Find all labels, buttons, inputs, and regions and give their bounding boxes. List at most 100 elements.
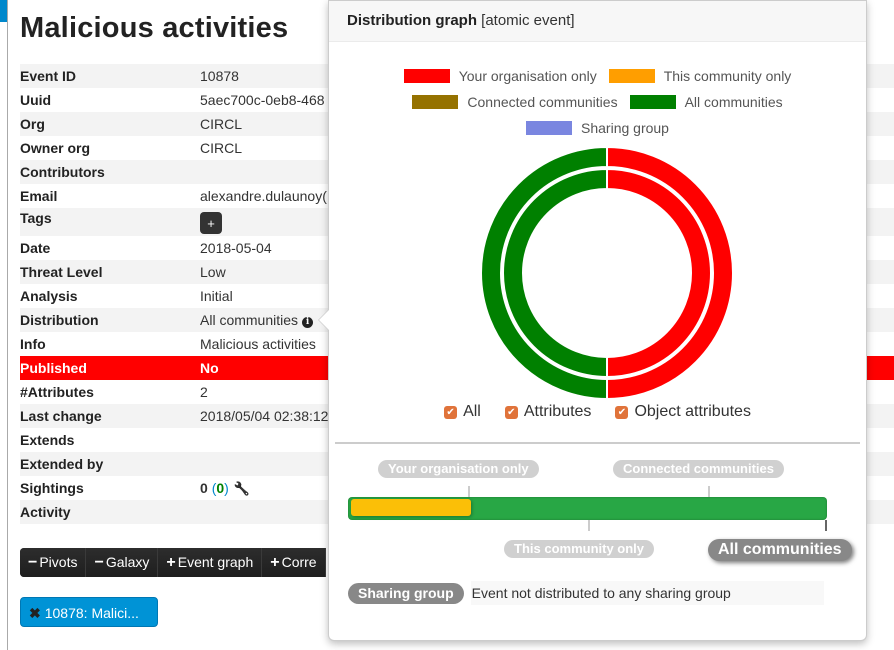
legend-label: Sharing group: [581, 120, 669, 136]
detail-key: Last change: [20, 408, 102, 424]
separator: [335, 442, 860, 444]
plus-icon: +: [270, 554, 280, 571]
detail-key: Email: [20, 188, 58, 204]
minus-icon: −: [94, 554, 104, 571]
org-link[interactable]: CIRCL: [200, 116, 242, 132]
checkbox-label: Attributes: [523, 403, 592, 420]
scale-tick-community: [588, 520, 590, 531]
legend-item: Connected communities: [412, 94, 618, 110]
legend-swatch: [629, 95, 676, 109]
sidebar-active-marker: [0, 0, 7, 22]
legend-row: Connected communities All communities: [329, 89, 866, 115]
detail-value: 2018/05/04 02:38:12: [200, 408, 329, 424]
distribution-progress-fill: [351, 499, 471, 516]
legend-row: Your organisation only This community onl…: [329, 63, 866, 89]
scale-tick-connected: [708, 486, 710, 497]
org-link[interactable]: CIRCL: [200, 140, 242, 156]
distribution-progress-bar: [348, 497, 827, 520]
detail-key: Distribution: [20, 312, 99, 328]
paren-close: ): [224, 479, 229, 496]
detail-key: Threat Level: [20, 264, 103, 280]
popover-arrow: [318, 309, 329, 331]
left-sidebar-edge: [0, 0, 8, 650]
add-tag-button[interactable]: +: [200, 212, 222, 234]
scale-label-org: Your organisation only: [378, 460, 539, 478]
toolbar-button-pivots[interactable]: − Pivots: [20, 548, 87, 577]
detail-key: Extended by: [20, 456, 104, 472]
close-icon[interactable]: ✖: [29, 605, 41, 621]
detail-key: Event ID: [20, 68, 77, 84]
checkbox-label: All: [463, 403, 481, 420]
detail-value: Low: [200, 264, 226, 280]
detail-value: No: [200, 360, 219, 376]
checkbox-all[interactable]: ✔ All: [444, 403, 481, 421]
detail-key: Uuid: [20, 92, 52, 108]
legend-swatch: [403, 69, 450, 83]
scale-label-community: This community only: [504, 540, 655, 558]
checkbox-attributes[interactable]: ✔ Attributes: [504, 403, 592, 421]
legend-label: This community only: [663, 68, 792, 84]
scale-tick-org: [468, 486, 470, 497]
distribution-donut-chart: [481, 147, 733, 399]
sightings-count: 0: [200, 479, 208, 496]
toolbar-button-label: Galaxy: [105, 554, 150, 570]
wrench-icon[interactable]: 🔧: [234, 481, 250, 496]
detail-key: Sightings: [20, 480, 84, 496]
checkbox-object-attributes[interactable]: ✔ Object attributes: [615, 403, 751, 421]
scale-label-connected: Connected communities: [613, 460, 784, 478]
checkbox-checked-icon[interactable]: ✔: [504, 405, 518, 419]
popover-title-bold: Distribution graph: [347, 12, 477, 29]
detail-value: 5aec700c-0eb8-468: [200, 92, 325, 108]
checkbox-label: Object attributes: [634, 403, 751, 420]
detail-key: Extends: [20, 432, 75, 448]
legend-label: Your organisation only: [458, 68, 597, 84]
detail-value: Malicious activities: [200, 336, 316, 352]
toolbar-button-galaxy[interactable]: − Galaxy: [86, 548, 159, 577]
toolbar-button-label: Corre: [281, 554, 317, 570]
distribution-value: All communities: [200, 312, 299, 328]
checkbox-checked-icon[interactable]: ✔: [444, 405, 458, 419]
toolbar-button-corre[interactable]: + Corre: [262, 548, 326, 577]
detail-key: Contributors: [20, 164, 105, 180]
sharing-group-label: Sharing group: [348, 582, 464, 604]
legend-swatch: [412, 95, 459, 109]
detail-key: Analysis: [20, 288, 78, 304]
detail-key: #Attributes: [20, 384, 94, 400]
sharing-group-row: Sharing group Event not distributed to a…: [348, 581, 824, 605]
legend-item: Sharing group: [526, 120, 669, 136]
info-icon[interactable]: i: [302, 317, 314, 328]
sharing-group-text: Event not distributed to any sharing gro…: [470, 581, 824, 605]
legend-swatch: [608, 69, 655, 83]
detail-key: Org: [20, 116, 45, 132]
detail-value: 0 (0) 🔧: [200, 480, 250, 497]
checkbox-checked-icon[interactable]: ✔: [615, 405, 629, 419]
legend-label: Connected communities: [467, 94, 618, 110]
legend-item: All communities: [629, 94, 783, 110]
legend-item: Your organisation only: [403, 68, 597, 84]
event-tab[interactable]: ✖ 10878: Malici...: [20, 597, 158, 627]
detail-value: 2: [200, 384, 208, 400]
legend-row: Sharing group: [329, 115, 866, 141]
detail-value: All communities i: [200, 312, 314, 328]
detail-key: Date: [20, 240, 51, 256]
toolbar-button-event-graph[interactable]: + Event graph: [158, 548, 263, 577]
toolbar-button-label: Pivots: [39, 554, 78, 570]
legend-label: All communities: [684, 94, 783, 110]
plus-icon: +: [166, 554, 176, 571]
popover-title-rest: [atomic event]: [477, 12, 575, 29]
distribution-graph-popover: Distribution graph [atomic event] Your o…: [318, 0, 867, 641]
page-title: Malicious activities: [20, 12, 289, 44]
detail-value: 10878: [200, 68, 239, 84]
detail-value: +: [200, 210, 222, 234]
detail-key: Tags: [20, 210, 52, 226]
detail-key: Activity: [20, 504, 71, 520]
detail-value: Initial: [200, 288, 233, 304]
detail-key: Owner org: [20, 140, 91, 156]
sightings-positive: 0: [216, 479, 225, 496]
legend-item: This community only: [608, 68, 792, 84]
minus-icon: −: [28, 554, 38, 571]
toolbar-button-label: Event graph: [177, 554, 254, 570]
popover-title: Distribution graph [atomic event]: [329, 1, 866, 42]
filter-checkboxes: ✔ All ✔ Attributes ✔ Object attributes: [329, 403, 866, 421]
detail-key: Info: [20, 336, 46, 352]
